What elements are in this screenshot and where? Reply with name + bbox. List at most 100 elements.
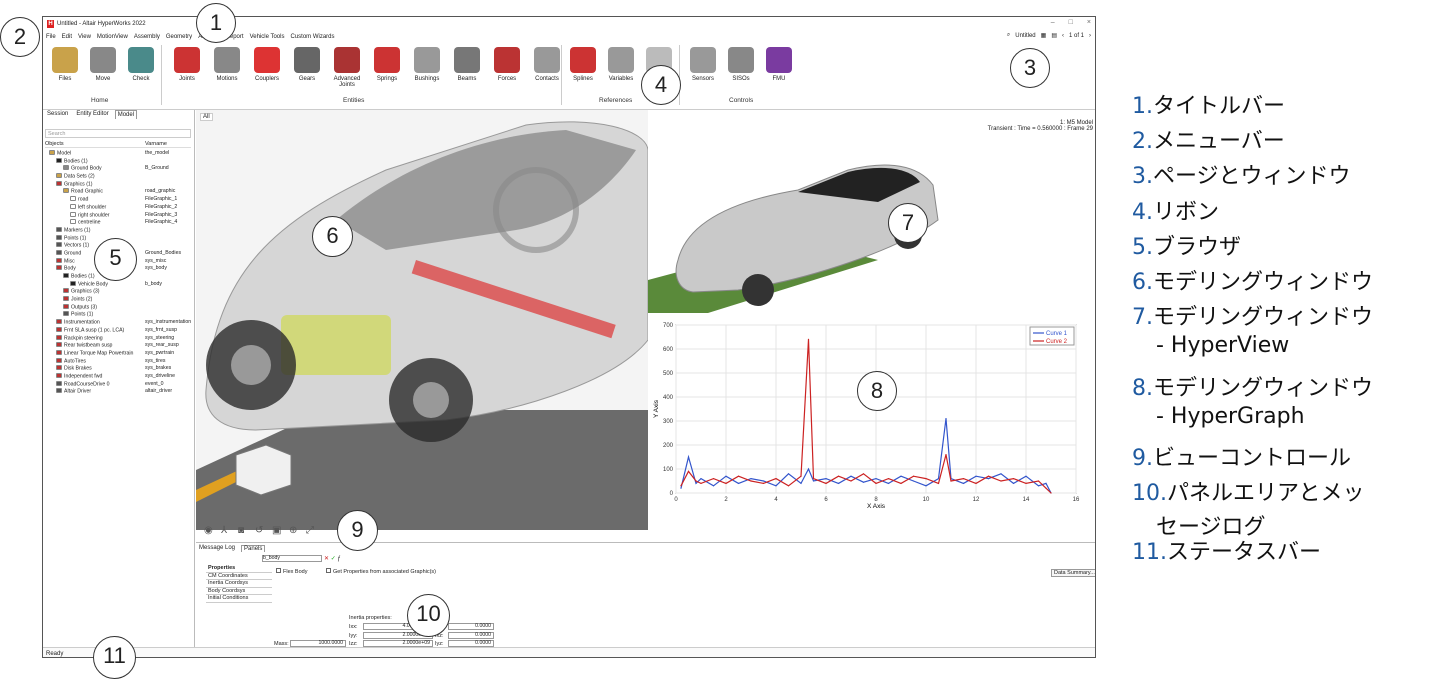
izz-field[interactable]: 2.0000e+09 [363, 640, 433, 647]
check-button[interactable]: Check [123, 47, 159, 82]
new-page-icon[interactable]: ▤ [1051, 32, 1057, 39]
tree-row[interactable]: Road Graphic road_graphic [45, 188, 193, 196]
panel-menu-properties[interactable]: Properties [206, 565, 272, 573]
menu-file[interactable]: File [46, 34, 56, 40]
apply-icon[interactable]: ✓ [331, 556, 336, 562]
search-icon[interactable]: ⌕ [1007, 32, 1010, 39]
page-select[interactable]: Untitled [1015, 33, 1035, 39]
modeling-window[interactable]: All 6 [196, 110, 648, 530]
panel-tab-panels[interactable]: Panels [241, 545, 266, 552]
tree-row[interactable]: Outputs (3) [45, 303, 193, 312]
tree-row[interactable]: left shoulder FileGraphic_2 [45, 203, 193, 212]
contacts-button[interactable]: Contacts [529, 47, 565, 82]
bushings-button[interactable]: Bushings [409, 47, 445, 82]
tree-row[interactable]: centreline FileGraphic_4 [45, 219, 193, 227]
tree-row[interactable]: Data Sets (2) [45, 173, 193, 181]
data-point [900, 482, 902, 484]
tree-row[interactable]: Graphics (1) [45, 180, 193, 189]
joints-button[interactable]: Joints [169, 47, 205, 82]
tree-row[interactable]: Bodies (1) [45, 157, 193, 166]
hypergraph-window[interactable]: 0 100 200 300 400 500 600 700 0 2 4 6 8 10 12 14 16 X Axi… [648, 313, 1095, 530]
minimize-icon[interactable]: – [1051, 19, 1055, 26]
menu-vehicle-tools[interactable]: Vehicle Tools [250, 34, 285, 40]
files-button[interactable]: Files [47, 47, 83, 82]
ixy-field[interactable]: 0.0000 [448, 623, 494, 630]
motions-button[interactable]: Motions [209, 47, 245, 82]
couplers-button[interactable]: Couplers [249, 47, 285, 82]
tree-row[interactable]: Independent fwd sys_driveline [45, 372, 193, 381]
tree-row[interactable]: AutoTires sys_tires [45, 357, 193, 366]
forces-button[interactable]: Forces [489, 47, 525, 82]
entity-input[interactable]: b_body [262, 555, 322, 562]
data-point [987, 475, 990, 477]
sensors-button[interactable]: Sensors [685, 47, 721, 82]
axis-icon[interactable]: ⅄ [221, 525, 227, 536]
maximize-icon[interactable]: □ [1069, 19, 1073, 26]
panel-menu-initial-conditions[interactable]: Initial Conditions [206, 595, 272, 603]
tree-row[interactable]: Ground Body B_Ground [45, 165, 193, 173]
clip-icon[interactable]: ▣ [272, 525, 281, 536]
menu-geometry[interactable]: Geometry [166, 34, 192, 40]
tree-row[interactable]: Rackpin steering sys_steering [45, 334, 193, 343]
menu-edit[interactable]: Edit [62, 34, 72, 40]
sisos-button[interactable]: SISOs [723, 47, 759, 82]
iyz-field[interactable]: 0.0000 [448, 640, 494, 647]
ixz-field[interactable]: 0.0000 [448, 632, 494, 639]
tree-row[interactable]: Markers (1) [45, 226, 193, 235]
tree-row[interactable]: Altair Driver altair_driver [45, 388, 193, 396]
tree-row[interactable]: Linear Torque Map Powertrain sys_pwrtrain [45, 349, 193, 358]
tree-row[interactable]: Model the_model [45, 150, 193, 158]
cancel-icon[interactable]: ✕ [324, 556, 329, 562]
tree-item-icon [56, 180, 62, 186]
tree-row[interactable]: Disk Brakes sys_brakes [45, 365, 193, 373]
tree-row[interactable]: right shoulder FileGraphic_3 [45, 211, 193, 220]
panel-menu-inertia-coordsys[interactable]: Inertia Coordsys [206, 580, 272, 588]
tree-row[interactable]: road FileGraphic_1 [45, 196, 193, 204]
menu-view[interactable]: View [78, 34, 91, 40]
gears-button[interactable]: Gears [289, 47, 325, 82]
tree-row[interactable]: Instrumentation sys_instrumentation [45, 319, 193, 327]
beams-button[interactable]: Beams [449, 47, 485, 82]
close-icon[interactable]: × [1087, 19, 1091, 26]
prev-page-icon[interactable]: ‹ [1062, 33, 1064, 39]
tree-row[interactable]: Frnt SLA susp (1 pc. LCA) sys_frnt_susp [45, 326, 193, 335]
data-point [1050, 492, 1052, 494]
data-summary-button[interactable]: Data Summary... [1051, 569, 1095, 577]
rotate-icon[interactable]: ◉ [204, 525, 213, 536]
browser-search-input[interactable]: Search [45, 129, 191, 138]
tree-row[interactable]: Joints (2) [45, 296, 193, 304]
browser-tab-session[interactable]: Session [45, 110, 70, 119]
tree-row[interactable]: Graphics (3) [45, 288, 193, 296]
move-button[interactable]: Move [85, 47, 121, 82]
hyperview-window[interactable]: 1: M5 Model Transient : Time = 0.560000 … [648, 110, 1095, 313]
tree-row[interactable]: RoadCourseDrive 0 event_0 [45, 380, 193, 389]
fit-icon[interactable]: ⤢ [306, 525, 314, 536]
expression-icon[interactable]: ƒ [337, 556, 340, 562]
springs-button[interactable]: Springs [369, 47, 405, 82]
splines-button[interactable]: Splines [565, 47, 601, 82]
advanced-joints-button[interactable]: Advanced Joints [329, 47, 365, 88]
next-page-icon[interactable]: › [1089, 33, 1091, 39]
tree-row[interactable]: Vehicle Body b_body [45, 280, 193, 289]
menu-custom-wizards[interactable]: Custom Wizards [290, 34, 334, 40]
zoom-icon[interactable]: ⊕ [289, 525, 297, 536]
variables-button[interactable]: Variables [603, 47, 639, 82]
tree-row[interactable]: Rear twistbeam susp sys_rear_susp [45, 342, 193, 350]
tree-row[interactable]: Points (1) [45, 311, 193, 319]
panel-menu-body-coordsys[interactable]: Body Coordsys [206, 588, 272, 595]
fmu-button[interactable]: FMU [761, 47, 797, 82]
layout-icon[interactable]: ▦ [1041, 32, 1047, 39]
menu-assembly[interactable]: Assembly [134, 34, 160, 40]
flex-body-checkbox[interactable]: Flex Body [276, 568, 307, 575]
data-point [787, 485, 790, 487]
get-props-checkbox[interactable]: Get Properties from associated Graphic(s… [326, 568, 436, 575]
panel-tab-message-log[interactable]: Message Log [199, 545, 235, 552]
browser-tab-entity-editor[interactable]: Entity Editor [74, 110, 110, 119]
camera-icon[interactable]: ◙ [238, 525, 244, 536]
undo-view-icon[interactable]: ↺ [255, 525, 263, 536]
browser-tab-model[interactable]: Model [114, 110, 138, 119]
panel-menu-cm-coordinates[interactable]: CM Coordinates [206, 573, 272, 580]
mass-field[interactable]: 1000.0000 [290, 640, 346, 647]
view-cube-icon[interactable] [235, 444, 292, 496]
menu-motionview[interactable]: MotionView [97, 34, 128, 40]
